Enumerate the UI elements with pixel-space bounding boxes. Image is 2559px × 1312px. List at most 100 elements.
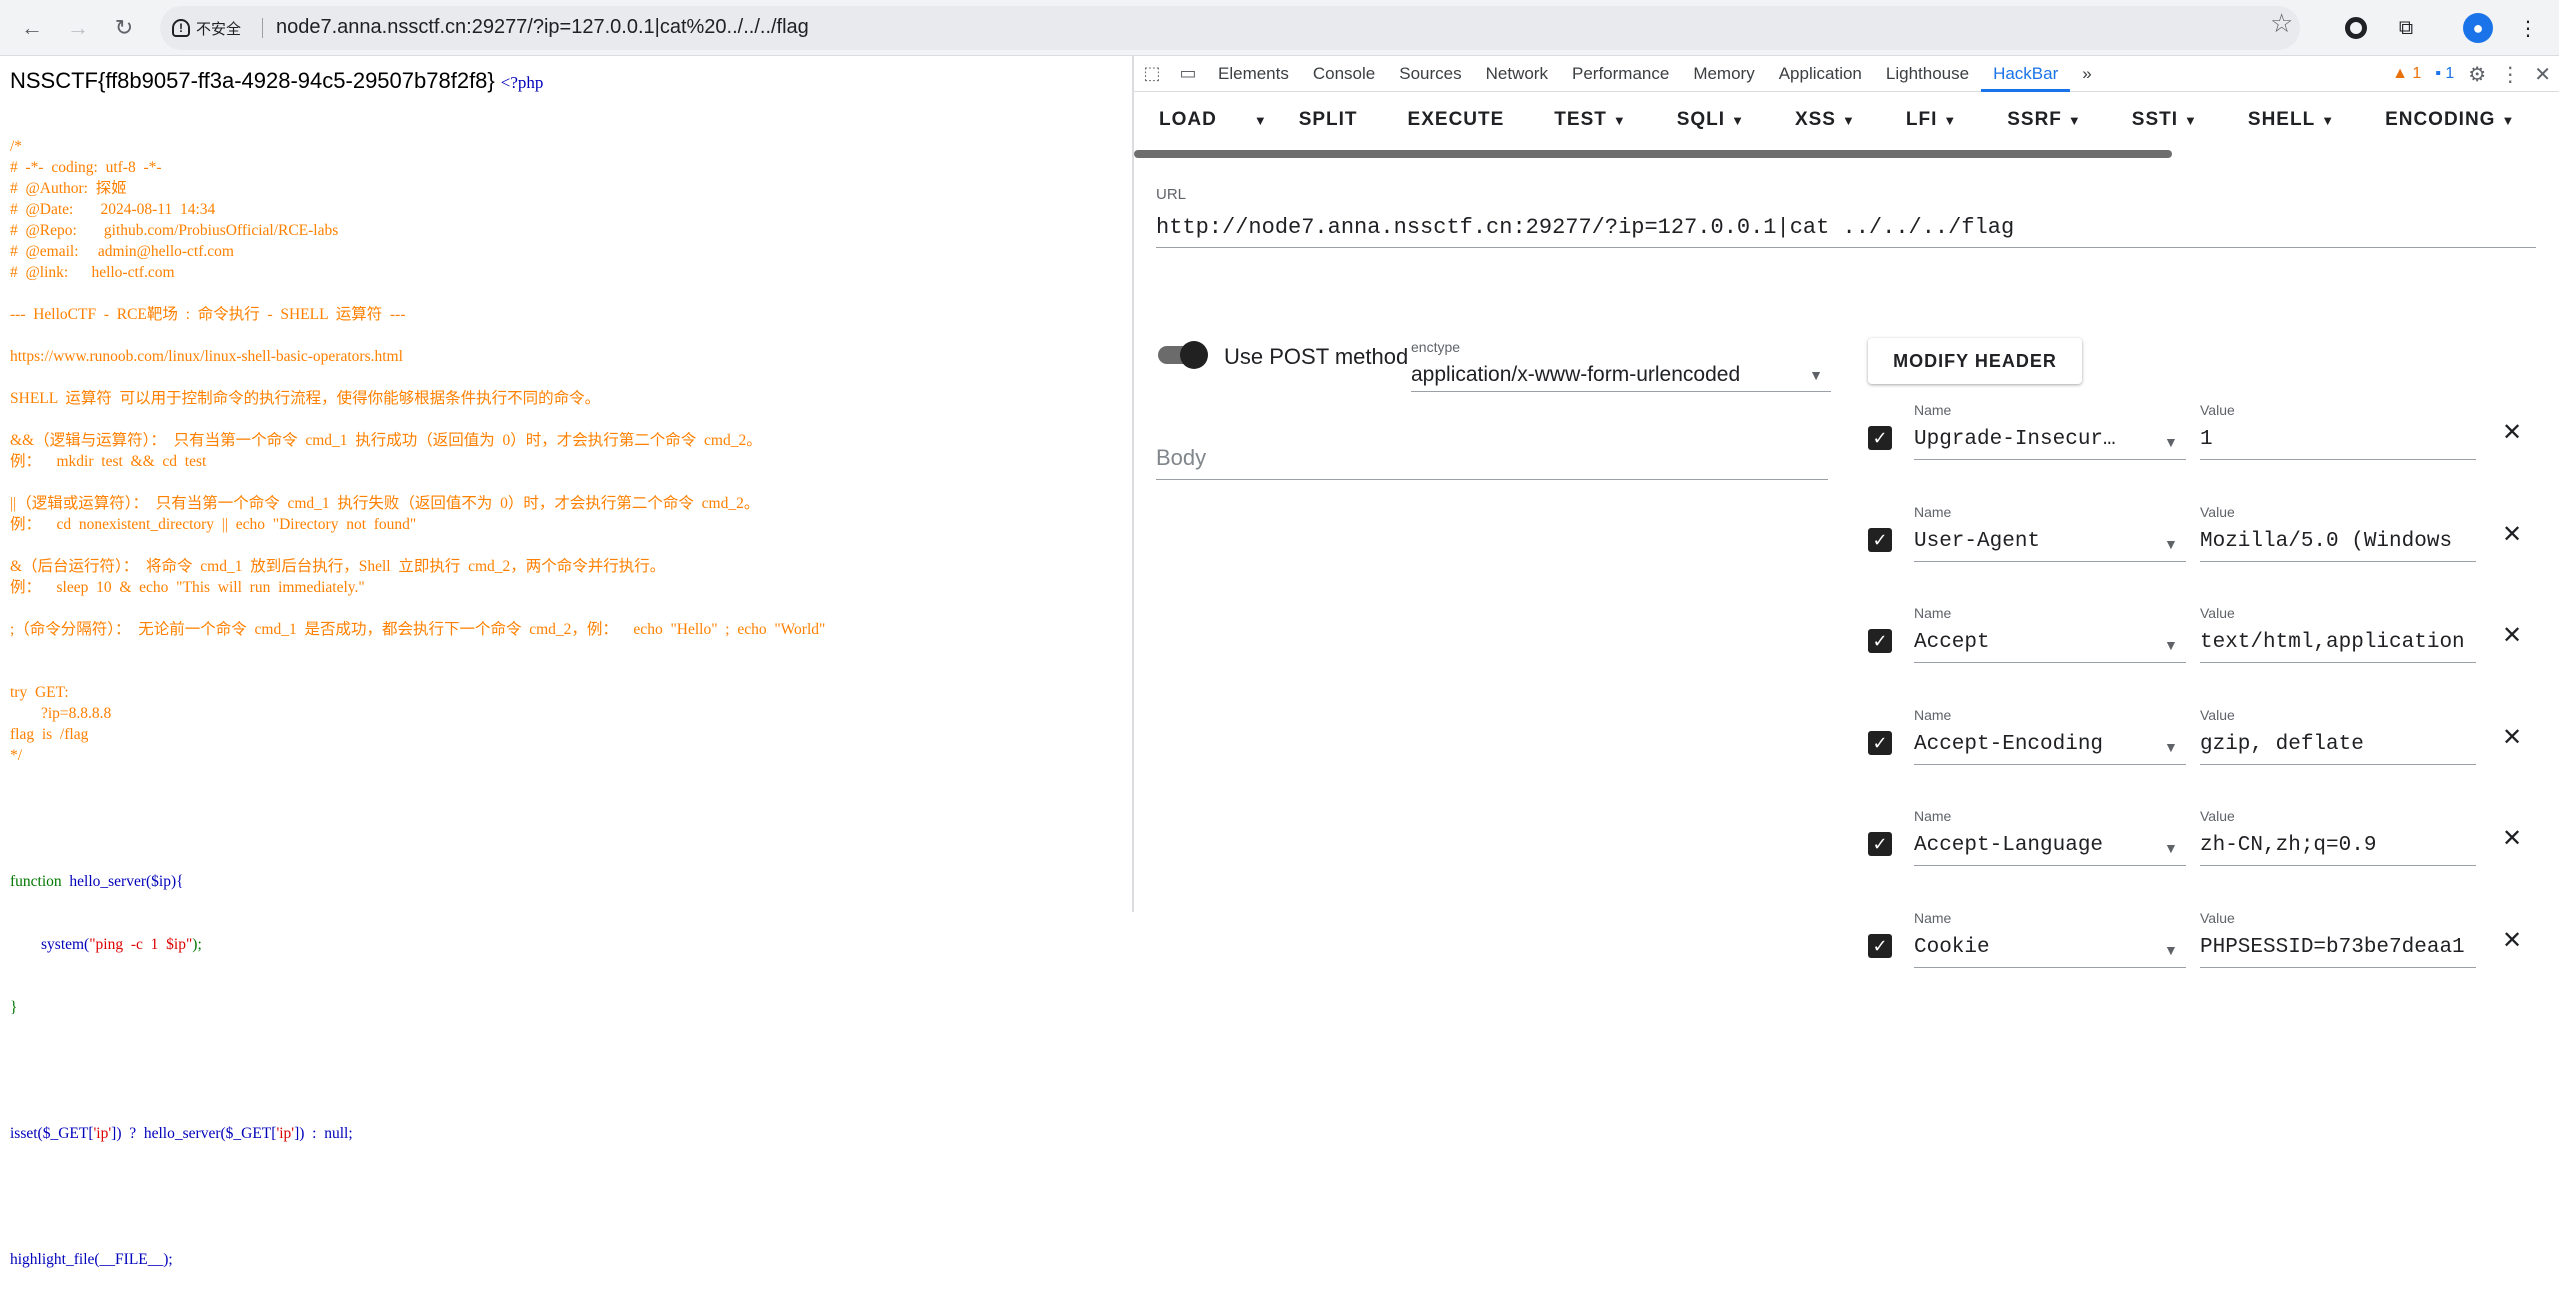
hackbar-ssrf-button[interactable]: SSRF ▼ xyxy=(1982,92,2107,148)
system-string: "ping -c 1 $ip" xyxy=(89,936,193,953)
comment-line: SHELL 运算符 可以用于控制命令的执行流程，使得你能够根据条件执行不同的命令… xyxy=(10,390,601,407)
caret-down-icon: ▼ xyxy=(1253,113,1268,128)
header-name-select[interactable]: Accept-Encoding xyxy=(1914,725,2186,765)
header-enabled-checkbox[interactable]: ✓ xyxy=(1868,527,1892,552)
more-tabs-button[interactable]: » xyxy=(2070,56,2103,92)
messages-badge[interactable]: ▪ 1 xyxy=(2435,65,2454,83)
header-name-select[interactable]: Accept xyxy=(1914,623,2186,663)
header-enabled-checkbox[interactable]: ✓ xyxy=(1868,933,1892,958)
delete-header-icon[interactable]: ✕ xyxy=(2502,824,2522,853)
code-system-line: system("ping -c 1 $ip"); xyxy=(10,934,1122,955)
modify-header-button[interactable]: MODIFY HEADER xyxy=(1868,338,2082,384)
device-toolbar-icon[interactable]: ▭ xyxy=(1170,56,1206,92)
comment-line: # @Repo: github.com/ProbiusOfficial/RCE-… xyxy=(10,222,339,239)
code-close-brace: } xyxy=(10,999,18,1016)
header-value-input[interactable]: gzip, deflate xyxy=(2200,725,2476,765)
bookmark-star-icon[interactable]: ☆ xyxy=(2270,8,2293,39)
hackbar-sqli-button[interactable]: SQLI ▼ xyxy=(1652,92,1770,148)
system-call: system( xyxy=(41,936,90,953)
tab-console[interactable]: Console xyxy=(1301,56,1387,92)
caret-down-icon: ▼ xyxy=(2501,113,2516,128)
kebab-menu-icon[interactable]: ⋮ xyxy=(2510,10,2546,46)
delete-header-icon[interactable]: ✕ xyxy=(2502,621,2522,650)
function-signature: hello_server($ip){ xyxy=(69,873,184,890)
comment-line xyxy=(10,472,1122,493)
page-content: NSSCTF{ff8b9057-ff3a-4928-94c5-29507b78f… xyxy=(0,56,1132,1268)
tab-network[interactable]: Network xyxy=(1474,56,1560,92)
profile-avatar-icon[interactable]: ● xyxy=(2460,10,2496,46)
delete-header-icon[interactable]: ✕ xyxy=(2502,520,2522,549)
forward-arrow-icon[interactable]: → xyxy=(58,8,98,48)
comment-line: /* xyxy=(10,138,23,155)
hackbar-shell-button[interactable]: SHELL ▼ xyxy=(2223,92,2360,148)
header-name-select[interactable]: User-Agent xyxy=(1914,522,2186,562)
toggle-knob[interactable] xyxy=(1180,341,1208,369)
extensions-puzzle-icon[interactable]: ⧉ xyxy=(2388,10,2424,46)
header-enabled-checkbox[interactable]: ✓ xyxy=(1868,730,1892,755)
tab-performance[interactable]: Performance xyxy=(1560,56,1681,92)
hackbar-load-button[interactable]: LOAD xyxy=(1134,92,1242,148)
enctype-select[interactable]: application/x-www-form-urlencoded ▼ xyxy=(1411,358,1831,392)
tab-lighthouse[interactable]: Lighthouse xyxy=(1874,56,1981,92)
hackbar-ssti-button[interactable]: SSTI ▼ xyxy=(2107,92,2223,148)
messages-count: 1 xyxy=(2445,65,2455,82)
header-name-label: Name xyxy=(1914,808,1952,824)
security-chip[interactable]: ! 不安全 xyxy=(172,14,241,42)
header-value-input[interactable]: 1 xyxy=(2200,420,2476,460)
header-name-select[interactable]: Accept-Language xyxy=(1914,826,2186,866)
tab-memory[interactable]: Memory xyxy=(1681,56,1766,92)
close-devtools-icon[interactable]: ✕ xyxy=(2534,62,2551,87)
extension-circle-icon[interactable] xyxy=(2338,10,2374,46)
hackbar-has-button[interactable]: HAS xyxy=(2540,92,2559,148)
system-end: ); xyxy=(192,936,202,953)
isset-string-1: 'ip' xyxy=(93,1125,112,1142)
header-name-select[interactable]: Cookie xyxy=(1914,928,2186,968)
back-arrow-icon[interactable]: ← xyxy=(12,8,52,48)
hackbar-split-button[interactable]: SPLIT xyxy=(1274,92,1383,148)
header-value-input[interactable]: PHPSESSID=b73be7deaa1 xyxy=(2200,928,2476,968)
hackbar-encoding-button[interactable]: ENCODING ▼ xyxy=(2360,92,2540,148)
caret-down-icon: ▼ xyxy=(2321,113,2336,128)
hackbar-button-label: SSRF xyxy=(2007,109,2062,130)
header-value-input[interactable]: Mozilla/5.0 (Windows xyxy=(2200,522,2476,562)
devtools-panel: ⬚ ▭ Elements Console Sources Network Perform… xyxy=(1134,56,2559,968)
header-name-select[interactable]: Upgrade-Insecur… xyxy=(1914,420,2186,460)
header-value-input[interactable]: text/html,application xyxy=(2200,623,2476,663)
header-enabled-checkbox[interactable]: ✓ xyxy=(1868,629,1892,653)
hackbar-test-button[interactable]: TEST ▼ xyxy=(1529,92,1651,148)
address-text[interactable]: node7.anna.nssctf.cn:29277/?ip=127.0.0.1… xyxy=(276,16,809,39)
tab-elements[interactable]: Elements xyxy=(1206,56,1301,92)
delete-header-icon[interactable]: ✕ xyxy=(2502,926,2522,955)
enctype-value: application/x-www-form-urlencoded xyxy=(1411,363,1741,386)
hackbar-xss-button[interactable]: XSS ▼ xyxy=(1770,92,1881,148)
comment-block: /* # -*- coding: utf-8 -*- # @Author: 探姬 # … xyxy=(10,136,1122,766)
hackbar-lfi-button[interactable]: LFI ▼ xyxy=(1881,92,1982,148)
header-value-label: Value xyxy=(2200,402,2235,418)
reload-icon[interactable]: ↻ xyxy=(104,8,144,48)
tab-application[interactable]: Application xyxy=(1767,56,1874,92)
url-input[interactable]: http://node7.anna.nssctf.cn:29277/?ip=12… xyxy=(1156,208,2536,248)
tab-hackbar[interactable]: HackBar xyxy=(1981,56,2071,92)
post-method-toggle[interactable] xyxy=(1158,341,1208,369)
header-enabled-checkbox[interactable]: ✓ xyxy=(1868,832,1892,856)
header-value-input[interactable]: zh-CN,zh;q=0.9 xyxy=(2200,826,2476,866)
body-input[interactable]: Body xyxy=(1156,436,1828,480)
settings-gear-icon[interactable]: ⚙ xyxy=(2468,62,2486,87)
hackbar-toolbar: LOAD ▼ SPLIT EXECUTE TEST ▼ SQLI ▼ XSS ▼ LFI ▼ SSRF ▼… xyxy=(1134,92,2559,148)
browser-toolbar: ← → ↻ ! 不安全 node7.anna.nssctf.cn:29277/?… xyxy=(0,0,2559,56)
devtools-menu-icon[interactable]: ⋮ xyxy=(2500,62,2520,87)
warnings-badge[interactable]: ▲ 1 xyxy=(2392,65,2421,83)
delete-header-icon[interactable]: ✕ xyxy=(2502,723,2522,752)
inspect-element-icon[interactable]: ⬚ xyxy=(1134,56,1170,92)
address-bar[interactable]: ! 不安全 node7.anna.nssctf.cn:29277/?ip=127… xyxy=(160,6,2300,50)
tab-sources[interactable]: Sources xyxy=(1387,56,1473,92)
delete-header-icon[interactable]: ✕ xyxy=(2502,418,2522,447)
hackbar-load-options-button[interactable]: ▼ xyxy=(1242,92,1274,148)
comment-line: 例： sleep 10 & echo "This will run immedi… xyxy=(10,579,365,596)
hackbar-button-label: ENCODING xyxy=(2385,109,2496,130)
devtools-tabbar: ⬚ ▭ Elements Console Sources Network Perform… xyxy=(1134,56,2559,92)
header-enabled-checkbox[interactable]: ✓ xyxy=(1868,426,1892,450)
hackbar-toolbar-scrollbar[interactable] xyxy=(1134,150,2172,158)
hackbar-execute-button[interactable]: EXECUTE xyxy=(1383,92,1530,148)
isset-string-2: 'ip' xyxy=(276,1125,295,1142)
